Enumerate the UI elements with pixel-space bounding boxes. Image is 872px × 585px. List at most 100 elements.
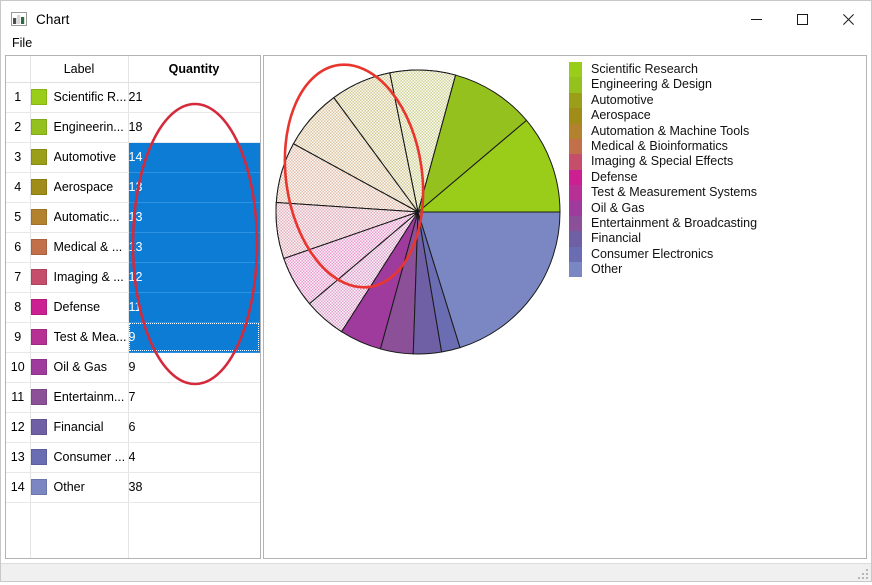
cell-label[interactable]: Oil & Gas bbox=[30, 352, 129, 383]
chart-application-window: Chart File Label Quantity 1 Scientific R… bbox=[0, 0, 872, 582]
cell-quantity[interactable]: 6 bbox=[128, 412, 260, 443]
legend-item[interactable]: Aerospace bbox=[569, 108, 757, 124]
cell-quantity[interactable]: 12 bbox=[128, 262, 260, 293]
cell-quantity[interactable]: 38 bbox=[128, 472, 260, 503]
row-number[interactable]: 12 bbox=[6, 412, 31, 443]
close-button[interactable] bbox=[825, 1, 871, 37]
main-content: Label Quantity 1 Scientific R... 21 2 Engine… bbox=[1, 54, 871, 563]
cell-quantity[interactable]: 9 bbox=[128, 352, 260, 383]
table-row[interactable]: 10 Oil & Gas 9 bbox=[6, 352, 260, 383]
row-number[interactable]: 4 bbox=[6, 172, 31, 203]
table-row[interactable]: 8 Defense 11 bbox=[6, 292, 260, 323]
minimize-button[interactable] bbox=[733, 1, 779, 37]
chart-legend: Scientific Research Engineering & Design A… bbox=[569, 62, 757, 278]
series-color-swatch bbox=[30, 449, 47, 465]
row-number[interactable]: 3 bbox=[6, 142, 31, 173]
cell-label[interactable]: Automotive bbox=[30, 142, 129, 173]
legend-color-swatch bbox=[569, 262, 582, 278]
cell-label[interactable]: Test & Mea... bbox=[30, 322, 129, 353]
table-row[interactable]: 4 Aerospace 13 bbox=[6, 172, 260, 203]
row-number[interactable]: 1 bbox=[6, 82, 31, 113]
cell-label[interactable]: Consumer ... bbox=[30, 442, 129, 473]
filler-qty bbox=[128, 502, 260, 558]
cell-label[interactable]: Other bbox=[30, 472, 129, 503]
table-row[interactable]: 3 Automotive 14 bbox=[6, 142, 260, 173]
cell-label[interactable]: Financial bbox=[30, 412, 129, 443]
row-number[interactable]: 8 bbox=[6, 292, 31, 323]
menu-item-file[interactable]: File bbox=[5, 34, 39, 52]
cell-label[interactable]: Entertainm... bbox=[30, 382, 129, 413]
cell-quantity[interactable]: 18 bbox=[128, 112, 260, 143]
cell-label[interactable]: Medical & ... bbox=[30, 232, 129, 263]
cell-quantity[interactable]: 21 bbox=[128, 82, 260, 113]
cell-quantity[interactable]: 13 bbox=[128, 232, 260, 263]
legend-item[interactable]: Test & Measurement Systems bbox=[569, 185, 757, 201]
row-number[interactable]: 9 bbox=[6, 322, 31, 353]
table-row[interactable]: 7 Imaging & ... 12 bbox=[6, 262, 260, 293]
cell-quantity[interactable]: 13 bbox=[128, 172, 260, 203]
row-number[interactable]: 10 bbox=[6, 352, 31, 383]
legend-item[interactable]: Defense bbox=[569, 169, 757, 186]
series-color-swatch bbox=[30, 149, 47, 165]
legend-item[interactable]: Entertainment & Broadcasting bbox=[569, 215, 757, 232]
table-row[interactable]: 13 Consumer ... 4 bbox=[6, 442, 260, 473]
cell-quantity[interactable]: 4 bbox=[128, 442, 260, 473]
legend-item[interactable]: Consumer Electronics bbox=[569, 246, 757, 263]
chart-icon bbox=[11, 11, 27, 27]
legend-item[interactable]: Oil & Gas bbox=[569, 200, 757, 216]
table-row[interactable]: 6 Medical & ... 13 bbox=[6, 232, 260, 263]
legend-item[interactable]: Medical & Bioinformatics bbox=[569, 138, 757, 155]
cell-quantity[interactable]: 11 bbox=[128, 292, 260, 323]
maximize-button[interactable] bbox=[779, 1, 825, 37]
cell-quantity[interactable]: 7 bbox=[128, 382, 260, 413]
menu-item-file-label: File bbox=[12, 36, 33, 50]
cell-label[interactable]: Automatic... bbox=[30, 202, 129, 233]
table-corner-header[interactable] bbox=[6, 56, 31, 83]
legend-color-swatch bbox=[569, 138, 582, 155]
legend-item[interactable]: Imaging & Special Effects bbox=[569, 154, 757, 170]
cell-quantity[interactable]: 14 bbox=[128, 142, 260, 173]
row-number[interactable]: 13 bbox=[6, 442, 31, 473]
label-text: Engineerin... bbox=[53, 120, 124, 134]
table-row[interactable]: 2 Engineerin... 18 bbox=[6, 112, 260, 143]
series-color-swatch bbox=[30, 299, 47, 315]
label-text: Aerospace bbox=[53, 180, 114, 194]
row-number[interactable]: 14 bbox=[6, 472, 31, 503]
cell-label[interactable]: Scientific R... bbox=[30, 82, 129, 113]
cell-label[interactable]: Imaging & ... bbox=[30, 262, 129, 293]
legend-item[interactable]: Automotive bbox=[569, 92, 757, 109]
table-body: 1 Scientific R... 21 2 Engineerin... 18 3 Autom… bbox=[6, 82, 260, 558]
cell-label[interactable]: Engineerin... bbox=[30, 112, 129, 143]
row-number[interactable]: 7 bbox=[6, 262, 31, 293]
legend-item[interactable]: Financial bbox=[569, 231, 757, 247]
label-text: Consumer ... bbox=[53, 450, 126, 464]
legend-item[interactable]: Other bbox=[569, 262, 757, 278]
column-header-label[interactable]: Label bbox=[30, 56, 129, 83]
cell-quantity[interactable]: 9 bbox=[128, 322, 260, 353]
label-text: Scientific R... bbox=[53, 90, 127, 104]
series-color-swatch bbox=[30, 389, 47, 405]
cell-label[interactable]: Aerospace bbox=[30, 172, 129, 203]
legend-item[interactable]: Scientific Research bbox=[569, 62, 757, 78]
table-row[interactable]: 14 Other 38 bbox=[6, 472, 260, 503]
pie-chart[interactable] bbox=[270, 62, 570, 362]
legend-item[interactable]: Automation & Machine Tools bbox=[569, 123, 757, 139]
legend-item-label: Automotive bbox=[591, 92, 654, 107]
row-number[interactable]: 5 bbox=[6, 202, 31, 233]
resize-grip-icon[interactable] bbox=[856, 567, 869, 580]
cell-quantity[interactable]: 13 bbox=[128, 202, 260, 233]
cell-label[interactable]: Defense bbox=[30, 292, 129, 323]
table-row[interactable]: 1 Scientific R... 21 bbox=[6, 82, 260, 113]
table-row[interactable]: 9 Test & Mea... 9 bbox=[6, 322, 260, 353]
table-row[interactable]: 12 Financial 6 bbox=[6, 412, 260, 443]
row-number[interactable]: 2 bbox=[6, 112, 31, 143]
table-row[interactable]: 11 Entertainm... 7 bbox=[6, 382, 260, 413]
column-header-quantity[interactable]: Quantity bbox=[128, 56, 260, 83]
legend-item-label: Defense bbox=[591, 169, 638, 184]
table-row[interactable]: 5 Automatic... 13 bbox=[6, 202, 260, 233]
pie-chart-svg[interactable] bbox=[270, 62, 570, 362]
row-number[interactable]: 6 bbox=[6, 232, 31, 263]
label-text: Financial bbox=[53, 420, 104, 434]
row-number[interactable]: 11 bbox=[6, 382, 31, 413]
legend-item[interactable]: Engineering & Design bbox=[569, 77, 757, 93]
